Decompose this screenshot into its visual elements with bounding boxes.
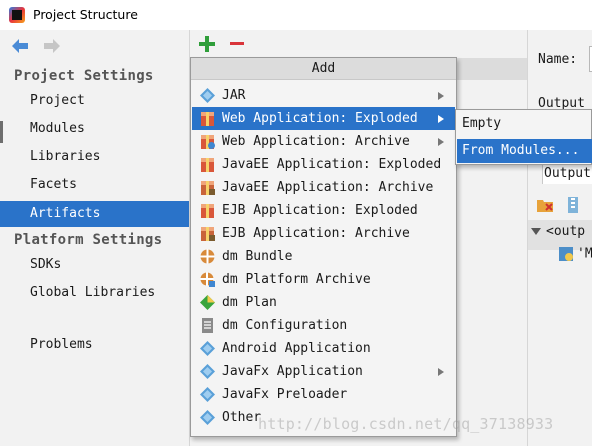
dm-platform-icon: [200, 272, 215, 287]
web-archive-icon: [201, 135, 215, 149]
sidebar-item-artifacts[interactable]: Artifacts: [0, 201, 189, 227]
menu-item-label: JAR: [222, 88, 246, 103]
minus-icon[interactable]: [227, 34, 247, 54]
menu-item-label: JavaFx Application: [222, 364, 363, 379]
menu-item-ejb-application-exploded[interactable]: EJB Application: Exploded: [192, 199, 455, 222]
android-icon: [200, 341, 215, 356]
sidebar-item-label: Problems: [30, 337, 93, 352]
sidebar-item-global-libraries[interactable]: Global Libraries: [0, 280, 189, 306]
submenu-arrow-icon: [438, 368, 444, 376]
web-exploded-submenu: Empty From Modules...: [455, 109, 592, 165]
window-edge-stripe: [0, 121, 3, 143]
sidebar-item-libraries[interactable]: Libraries: [0, 144, 189, 170]
menu-item-label: EJB Application: Exploded: [222, 203, 418, 218]
tree-root[interactable]: <outp: [531, 224, 585, 239]
menu-item-web-application-exploded[interactable]: Web Application: Exploded: [192, 107, 455, 130]
submenu-arrow-icon: [438, 138, 444, 146]
artifact-details-panel: Name: Output Output <outp 'M: [527, 30, 592, 446]
menu-item-javafx-preloader[interactable]: JavaFx Preloader: [192, 383, 455, 406]
app-icon: [9, 7, 25, 23]
menu-item-android-application[interactable]: Android Application: [192, 337, 455, 360]
menu-item-label: dm Configuration: [222, 318, 348, 333]
submenu-item-label: Empty: [462, 116, 502, 131]
platform-settings-heading: Platform Settings: [14, 232, 163, 248]
javaee-exploded-icon: [201, 158, 214, 172]
forward-arrow-icon[interactable]: [42, 37, 62, 55]
tab-output-layout[interactable]: Output: [542, 162, 592, 184]
menu-item-dm-platform-archive[interactable]: dm Platform Archive: [192, 268, 455, 291]
window-title: Project Structure: [33, 7, 138, 22]
menu-item-label: EJB Application: Archive: [222, 226, 410, 241]
artifact-toolbar: [191, 30, 526, 58]
add-popup-menu: Add JAR Web Application: Exploded Web Appl…: [190, 57, 457, 437]
output-toolbar: [528, 192, 592, 218]
add-menu-title: Add: [191, 58, 456, 80]
menu-item-web-application-archive[interactable]: Web Application: Archive: [192, 130, 455, 153]
name-label: Name:: [538, 52, 578, 67]
expand-icon[interactable]: [531, 228, 541, 235]
title-bar: Project Structure: [0, 0, 592, 30]
menu-item-javaee-application-archive[interactable]: JavaEE Application: Archive: [192, 176, 455, 199]
menu-item-label: Other: [222, 410, 262, 425]
menu-item-javafx-application[interactable]: JavaFx Application: [192, 360, 455, 383]
sidebar: Project Settings Project Modules Librari…: [0, 30, 190, 446]
sidebar-item-label: Modules: [30, 121, 85, 136]
submenu-item-from-modules[interactable]: From Modules...: [457, 139, 592, 163]
submenu-item-empty[interactable]: Empty: [457, 112, 592, 136]
menu-item-label: JavaFx Preloader: [222, 387, 348, 402]
menu-item-javaee-application-exploded[interactable]: JavaEE Application: Exploded: [192, 153, 455, 176]
submenu-arrow-icon: [438, 92, 444, 100]
ejb-archive-icon: [201, 227, 215, 241]
tree-root-label: <outp: [546, 224, 586, 239]
submenu-item-label: From Modules...: [462, 143, 580, 158]
module-output-icon: [559, 247, 573, 261]
other-icon: [200, 410, 215, 425]
back-arrow-icon[interactable]: [10, 37, 30, 55]
menu-item-dm-plan[interactable]: dm Plan: [192, 291, 455, 314]
dm-config-icon: [202, 318, 213, 333]
menu-item-label: dm Bundle: [222, 249, 293, 264]
menu-item-label: JavaEE Application: Exploded: [222, 157, 442, 172]
javafx-app-icon: [200, 364, 215, 379]
javaee-archive-icon: [201, 181, 215, 195]
menu-item-dm-configuration[interactable]: dm Configuration: [192, 314, 455, 337]
tree-child-label: 'M: [577, 246, 592, 262]
sidebar-item-problems[interactable]: Problems: [0, 332, 189, 358]
menu-item-ejb-application-archive[interactable]: EJB Application: Archive: [192, 222, 455, 245]
menu-item-label: dm Platform Archive: [222, 272, 371, 287]
dm-plan-icon: [200, 295, 215, 310]
sidebar-item-label: SDKs: [30, 257, 62, 272]
javafx-preloader-icon: [200, 387, 215, 402]
submenu-arrow-icon: [438, 115, 444, 123]
sidebar-item-modules[interactable]: Modules: [0, 116, 189, 142]
create-directory-icon[interactable]: [536, 196, 554, 214]
watermark: http://blog.csdn.net/qq_37138933: [258, 415, 554, 433]
menu-item-label: Android Application: [222, 341, 371, 356]
sidebar-item-label: Artifacts: [30, 206, 101, 221]
archive-icon[interactable]: [564, 196, 582, 214]
sidebar-item-label: Project: [30, 93, 85, 108]
sidebar-item-label: Global Libraries: [30, 285, 156, 300]
menu-item-label: JavaEE Application: Archive: [222, 180, 434, 195]
sidebar-item-label: Facets: [30, 177, 77, 192]
sidebar-item-sdks[interactable]: SDKs: [0, 252, 189, 278]
menu-item-label: Web Application: Archive: [222, 134, 410, 149]
menu-item-dm-bundle[interactable]: dm Bundle: [192, 245, 455, 268]
dm-bundle-icon: [200, 249, 215, 264]
menu-item-label: Web Application: Exploded: [222, 111, 418, 126]
web-exploded-icon: [201, 112, 214, 126]
ejb-exploded-icon: [201, 204, 214, 218]
sidebar-item-facets[interactable]: Facets: [0, 172, 189, 198]
project-settings-heading: Project Settings: [14, 68, 154, 84]
jar-icon: [200, 88, 215, 103]
plus-icon[interactable]: [197, 34, 217, 54]
menu-item-jar[interactable]: JAR: [192, 84, 455, 107]
menu-item-label: dm Plan: [222, 295, 277, 310]
sidebar-item-label: Libraries: [30, 149, 101, 164]
tree-child[interactable]: 'M: [558, 246, 592, 262]
artifact-list-header: [456, 58, 527, 80]
sidebar-item-project[interactable]: Project: [0, 88, 189, 114]
